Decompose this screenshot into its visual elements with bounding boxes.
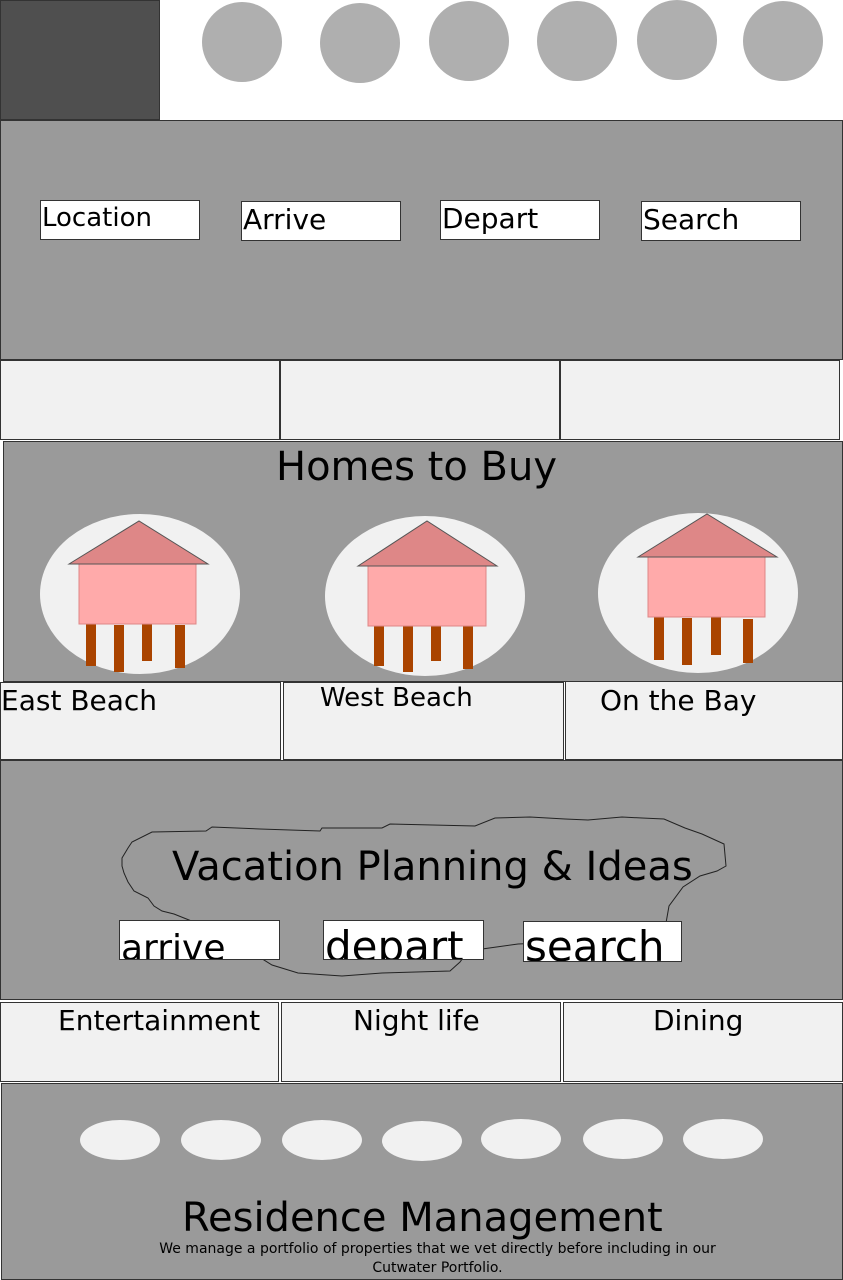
- residence-dot-7[interactable]: [683, 1119, 763, 1159]
- search-button[interactable]: Search: [641, 201, 801, 241]
- depart-field[interactable]: Depart: [440, 200, 600, 240]
- feature-tile-2[interactable]: [280, 360, 560, 440]
- category-label-dining: Dining: [653, 1004, 744, 1037]
- nav-circle-4[interactable]: [537, 1, 617, 81]
- nav-circle-3[interactable]: [429, 1, 509, 81]
- location-label-east-beach: East Beach: [1, 684, 158, 717]
- vacation-title: Vacation Planning & Ideas: [172, 844, 693, 890]
- house-icon-west[interactable]: [325, 516, 525, 676]
- location-tile-on-the-bay[interactable]: On the Bay: [565, 681, 843, 760]
- nav-circle-1[interactable]: [202, 2, 282, 82]
- residence-dot-4[interactable]: [382, 1121, 462, 1161]
- residence-dot-5[interactable]: [481, 1119, 561, 1159]
- house-illustrations: [40, 513, 798, 676]
- category-tile-dining[interactable]: Dining: [563, 1002, 843, 1082]
- residence-dot-2[interactable]: [181, 1120, 261, 1160]
- homes-title: Homes to Buy: [276, 444, 558, 490]
- residence-dot-1[interactable]: [80, 1120, 160, 1160]
- vacation-search-button[interactable]: search: [523, 921, 682, 962]
- residence-title: Residence Management: [182, 1195, 663, 1241]
- location-label-on-the-bay: On the Bay: [600, 684, 757, 717]
- vacation-depart-field[interactable]: depart: [323, 920, 484, 960]
- feature-tile-1[interactable]: [0, 360, 280, 440]
- category-label-night-life: Night life: [353, 1004, 480, 1037]
- house-icon-east[interactable]: [40, 514, 240, 674]
- logo-block[interactable]: [0, 0, 160, 120]
- location-tile-west-beach[interactable]: West Beach: [283, 682, 564, 760]
- category-label-entertainment: Entertainment: [58, 1004, 261, 1037]
- location-tile-east-beach[interactable]: East Beach: [0, 682, 281, 760]
- category-tile-entertainment[interactable]: Entertainment: [0, 1002, 279, 1082]
- residence-description: We manage a portfolio of properties that…: [159, 1241, 716, 1276]
- residence-dot-6[interactable]: [583, 1119, 663, 1159]
- nav-circle-6[interactable]: [743, 1, 823, 81]
- house-icon-bay[interactable]: [598, 513, 798, 673]
- vacation-arrive-field[interactable]: arrive: [119, 920, 280, 960]
- arrive-field[interactable]: Arrive: [241, 201, 401, 241]
- feature-tile-3[interactable]: [560, 360, 840, 440]
- category-tile-night-life[interactable]: Night life: [281, 1002, 561, 1082]
- location-field[interactable]: Location: [40, 200, 200, 240]
- nav-circle-5[interactable]: [637, 0, 717, 80]
- nav-circle-2[interactable]: [320, 3, 400, 83]
- location-label-west-beach: West Beach: [320, 683, 473, 713]
- residence-dot-3[interactable]: [282, 1120, 362, 1160]
